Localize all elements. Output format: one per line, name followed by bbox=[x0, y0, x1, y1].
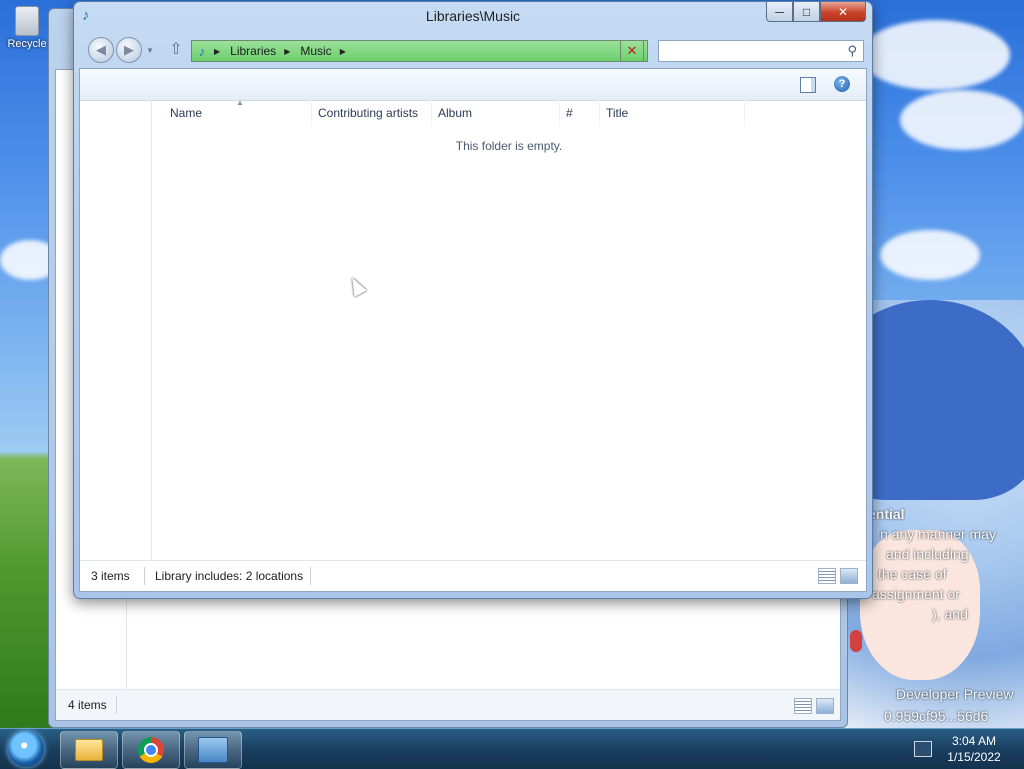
character-mark bbox=[850, 630, 862, 652]
computer-management-icon bbox=[198, 737, 228, 763]
preview-pane-icon[interactable] bbox=[800, 77, 816, 93]
preview-view-button[interactable] bbox=[840, 568, 858, 584]
forward-button[interactable]: ▶ bbox=[116, 37, 142, 63]
close-button[interactable]: ✕ bbox=[820, 2, 866, 22]
recycle-bin-icon bbox=[15, 6, 39, 36]
explorer-window[interactable]: ♪ Libraries\Music ─ □ ✕ ◀ ▶ ▼ ⇧ ♪ ▶ Libr… bbox=[73, 1, 873, 599]
library-locations-link[interactable]: Library includes: 2 locations bbox=[155, 569, 303, 583]
recycle-bin-shortcut[interactable]: Recycle bbox=[2, 6, 52, 50]
details-view-button[interactable] bbox=[818, 568, 836, 584]
column-contributing-artists[interactable]: Contributing artists bbox=[312, 100, 432, 126]
command-bar: ? bbox=[80, 69, 866, 101]
search-icon[interactable]: ⚲ bbox=[847, 43, 857, 59]
column-name[interactable]: Name bbox=[152, 100, 312, 126]
taskbar-chrome-button[interactable] bbox=[122, 731, 180, 769]
details-view-button[interactable] bbox=[794, 698, 812, 714]
content-area: ? ▲ Name Contributing artists Album # Ti… bbox=[79, 68, 867, 592]
clock-date: 1/15/2022 bbox=[947, 750, 1001, 764]
minimize-button[interactable]: ─ bbox=[766, 2, 793, 22]
back-button[interactable]: ◀ bbox=[88, 37, 114, 63]
system-clock[interactable]: 3:04 AM 1/15/2022 bbox=[938, 733, 1010, 765]
help-icon[interactable]: ? bbox=[834, 76, 850, 92]
recent-pages-dropdown-icon[interactable]: ▼ bbox=[146, 46, 154, 55]
cloud bbox=[880, 230, 980, 280]
address-bar[interactable]: ♪ ▶ Libraries ▶ Music ▶ ▼ bbox=[191, 40, 648, 62]
breadcrumb-arrow-icon: ▶ bbox=[284, 46, 291, 56]
watermark-line: assignment or bbox=[872, 586, 960, 602]
column-album[interactable]: Album bbox=[432, 100, 560, 126]
breadcrumb-arrow-icon: ▶ bbox=[214, 46, 221, 56]
taskbar: 3:04 AM 1/15/2022 bbox=[0, 728, 1024, 769]
folder-icon bbox=[75, 739, 103, 761]
watermark-line: Developer Preview bbox=[896, 686, 1014, 702]
cloud bbox=[860, 20, 1010, 90]
status-separator bbox=[116, 696, 117, 714]
chrome-icon bbox=[138, 737, 164, 763]
watermark-line: ), and bbox=[932, 606, 968, 622]
caption-buttons: ─ □ ✕ bbox=[766, 2, 866, 22]
column-title[interactable]: Title bbox=[600, 100, 745, 126]
search-input[interactable]: ⚲ bbox=[658, 40, 864, 62]
maximize-button[interactable]: □ bbox=[793, 2, 820, 22]
watermark-line: ential bbox=[868, 506, 905, 522]
up-folder-icon[interactable]: ⇧ bbox=[166, 40, 186, 60]
background-item-count: 4 items bbox=[68, 698, 107, 712]
breadcrumb-label: Music bbox=[300, 44, 332, 58]
music-library-icon: ♪ bbox=[198, 43, 206, 59]
network-icon[interactable] bbox=[914, 741, 932, 757]
navigation-bar: ◀ ▶ ▼ ⇧ ♪ ▶ Libraries ▶ Music ▶ ▼ ✕ ⚲ bbox=[74, 32, 872, 68]
taskbar-computer-management-button[interactable] bbox=[184, 731, 242, 769]
preview-view-button[interactable] bbox=[816, 698, 834, 714]
recycle-bin-label: Recycle bbox=[7, 38, 47, 50]
window-title: Libraries\Music bbox=[425, 8, 521, 24]
title-bar[interactable]: ♪ Libraries\Music ─ □ ✕ bbox=[74, 2, 872, 30]
column-track-number[interactable]: # bbox=[560, 100, 600, 126]
watermark-line: and including bbox=[886, 546, 969, 562]
column-headers: ▲ Name Contributing artists Album # Titl… bbox=[152, 98, 866, 126]
status-separator bbox=[144, 567, 145, 585]
item-count: 3 items bbox=[91, 569, 130, 583]
stop-refresh-button[interactable]: ✕ bbox=[620, 40, 644, 62]
cloud bbox=[900, 90, 1024, 150]
forward-arrow-icon: ▶ bbox=[124, 42, 134, 57]
status-separator bbox=[310, 567, 311, 585]
watermark-line: 0.959cf95...56d6 bbox=[884, 708, 989, 724]
clock-time: 3:04 AM bbox=[951, 734, 997, 748]
start-button[interactable] bbox=[8, 731, 44, 767]
empty-folder-message: This folder is empty. bbox=[455, 139, 563, 153]
watermark-line: the case of bbox=[878, 566, 947, 582]
watermark-line: n any manner may bbox=[880, 526, 996, 542]
breadcrumb-music[interactable]: Music ▶ bbox=[300, 44, 352, 58]
breadcrumb-separator[interactable]: ▶ bbox=[212, 47, 226, 56]
navigation-pane[interactable] bbox=[80, 100, 152, 560]
breadcrumb-arrow-icon: ▶ bbox=[339, 46, 346, 56]
taskbar-explorer-button[interactable] bbox=[60, 731, 118, 769]
breadcrumb-label: Libraries bbox=[230, 44, 277, 58]
status-bar: 3 items Library includes: 2 locations bbox=[80, 560, 866, 591]
back-arrow-icon: ◀ bbox=[96, 42, 106, 57]
breadcrumb-libraries[interactable]: Libraries ▶ bbox=[230, 44, 296, 58]
background-status-bar: 4 items bbox=[56, 689, 840, 720]
